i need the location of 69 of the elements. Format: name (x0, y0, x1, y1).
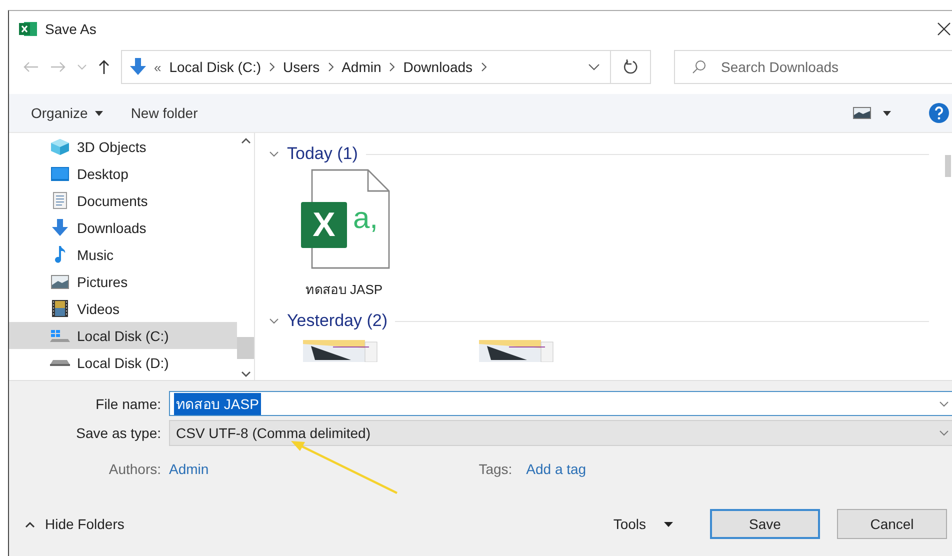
breadcrumb[interactable]: Downloads (403, 59, 473, 75)
help-icon[interactable] (929, 103, 949, 123)
sidebar-item[interactable]: Music (9, 241, 237, 268)
window-title: Save As (45, 21, 96, 37)
address-bar[interactable]: « Local Disk (C:) Users Admin Downloads (121, 50, 611, 84)
drive-icon (50, 360, 70, 366)
close-icon[interactable] (937, 22, 951, 36)
breadcrumb[interactable]: Users (283, 59, 320, 75)
scroll-down-icon[interactable] (240, 371, 250, 378)
search-icon (692, 60, 706, 74)
save-type-dropdown[interactable]: CSV UTF-8 (Comma delimited) (169, 420, 952, 446)
sidebar-item[interactable]: Local Disk (C:) (9, 322, 237, 349)
refresh-button[interactable] (611, 50, 651, 84)
film-icon (52, 300, 68, 317)
picture-icon (51, 274, 69, 288)
save-type-label: Save as type: (75, 425, 162, 441)
new-folder-button[interactable]: New folder (122, 101, 206, 125)
organize-menu-button[interactable]: Organize (23, 101, 111, 125)
scroll-up-icon[interactable] (240, 137, 250, 144)
overflow-chevron[interactable]: « (154, 60, 162, 74)
tags-label: Tags: (478, 461, 512, 477)
chevron-right-icon[interactable] (389, 62, 396, 72)
breadcrumb[interactable]: Admin (342, 59, 382, 75)
chevron-up-icon (25, 520, 35, 528)
sidebar-item[interactable]: Pictures (9, 268, 237, 295)
chevron-down-icon[interactable] (588, 63, 600, 71)
caret-icon (94, 110, 103, 116)
hide-folders-button[interactable]: Hide Folders (21, 510, 128, 538)
authors-link[interactable]: Admin (169, 461, 209, 477)
caret-icon[interactable] (883, 110, 891, 116)
desktop-icon (51, 166, 69, 180)
music-note-icon (54, 246, 66, 263)
authors-label: Authors: (108, 461, 162, 477)
chevron-down-icon (939, 430, 949, 436)
group-header[interactable]: Today (1) (287, 144, 358, 164)
tags-link[interactable]: Add a tag (526, 461, 586, 477)
file-name-field[interactable]: ทดสอบ JASP (169, 391, 952, 416)
save-button[interactable]: Save (710, 509, 820, 539)
file-item[interactable]: X a, ทดสอบ JASP (289, 166, 399, 300)
file-name-label: File name: (94, 396, 162, 412)
download-arrow-icon (130, 58, 146, 76)
sidebar-item[interactable]: Desktop (9, 160, 237, 187)
download-arrow-icon (52, 219, 68, 236)
drive-icon (50, 328, 70, 342)
chevron-right-icon[interactable] (328, 62, 334, 72)
sidebar-item[interactable]: Videos (9, 295, 237, 322)
tools-menu-button[interactable]: Tools (609, 510, 677, 538)
caret-icon (664, 522, 673, 526)
sidebar-item[interactable]: Downloads (9, 214, 237, 241)
chevron-right-icon[interactable] (480, 62, 487, 72)
sidebar-item[interactable]: 3D Objects (9, 133, 237, 160)
cube-icon (51, 138, 69, 154)
chevron-down-icon[interactable] (269, 150, 279, 158)
document-icon (53, 192, 67, 209)
scrollbar-thumb[interactable] (945, 155, 951, 177)
breadcrumb[interactable]: Local Disk (C:) (169, 59, 262, 75)
chevron-down-icon[interactable] (269, 318, 279, 324)
group-header[interactable]: Yesterday (2) (287, 311, 388, 331)
view-picture-icon[interactable] (853, 107, 871, 119)
refresh-icon (622, 59, 638, 75)
spreadsheet-icon (19, 21, 37, 37)
search-field[interactable]: Search Downloads (674, 50, 952, 84)
up-arrow-icon[interactable] (98, 59, 110, 75)
chevron-down-icon[interactable] (939, 400, 949, 406)
chevron-right-icon[interactable] (269, 62, 276, 72)
sidebar-item[interactable]: Local Disk (D:) (9, 349, 237, 376)
cancel-button[interactable]: Cancel (837, 509, 947, 539)
sidebar-item[interactable]: Documents (9, 187, 237, 214)
scrollbar-thumb[interactable] (237, 337, 254, 359)
